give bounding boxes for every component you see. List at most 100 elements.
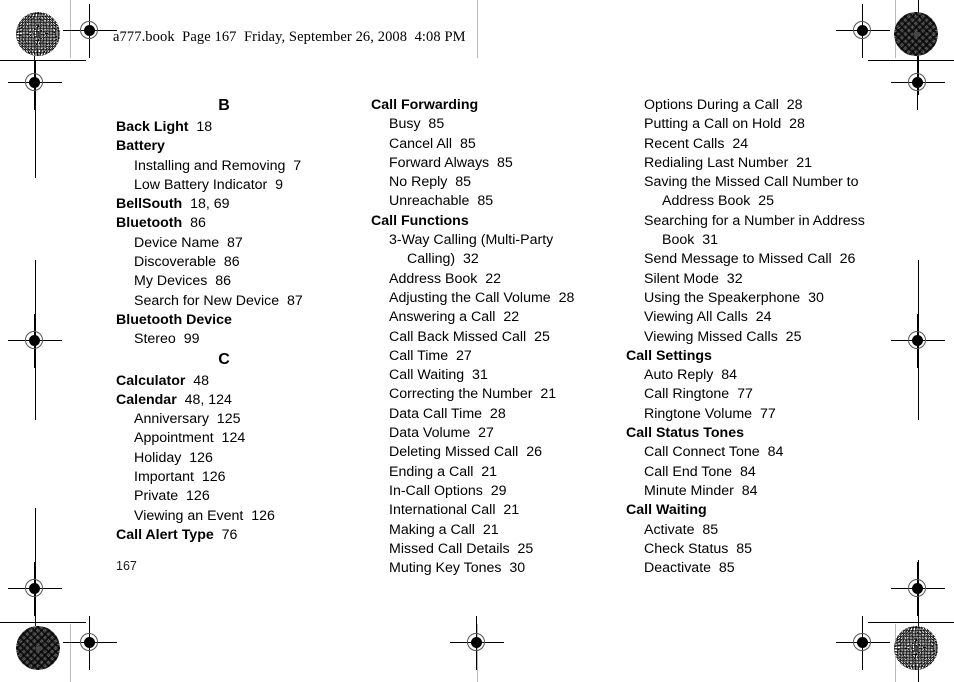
index-entry-page-refs: 9	[267, 176, 284, 193]
index-entry-main: Call Functions	[371, 212, 611, 231]
index-entry-page-refs: 126	[193, 469, 226, 486]
index-entry-page-refs: 22	[495, 309, 520, 326]
index-entry-label: Call Ringtone	[644, 386, 730, 403]
index-entry-main: Call Forwarding	[371, 96, 611, 115]
index-entry-page-refs: 85	[452, 135, 476, 152]
index-entry-sub: International Call 21	[389, 501, 611, 520]
index-entry-label: Redialing Last Number	[644, 154, 789, 171]
index-entry-page-refs: 86	[216, 254, 240, 271]
index-entry-label: Low Battery Indicator	[134, 176, 268, 193]
index-entry-label: Ringtone Volume	[644, 405, 753, 422]
index-entry-sub: Searching for a Number in Address Book 3…	[644, 212, 876, 251]
index-entry-page-refs: 24	[724, 135, 749, 152]
index-entry-sub: Discoverable 86	[134, 253, 348, 272]
index-entry-sub: In-Call Options 29	[389, 482, 611, 501]
index-letter-heading: C	[218, 350, 230, 368]
index-entry-page-refs: 7	[285, 157, 302, 174]
index-entry-sub: Answering a Call 22	[389, 308, 611, 327]
index-entry-sub: Busy 85	[389, 115, 611, 134]
index-column-1: B Back Light 18 Battery Installing and Remo…	[116, 96, 348, 545]
index-entry-page-refs: 26	[518, 444, 542, 461]
index-entry-sub: Anniversary 125	[134, 410, 348, 429]
index-entry-sub: Call Connect Tone 84	[644, 443, 876, 462]
index-entry-page-refs: 22	[477, 270, 501, 287]
index-entry-sub: Send Message to Missed Call 26	[644, 250, 876, 269]
index-entry-label: Check Status	[644, 540, 729, 557]
index-entry-page-refs: 25	[750, 193, 774, 210]
index-entry-main: Call Settings	[626, 347, 876, 366]
index-entry-sub: Appointment 124	[134, 429, 348, 448]
index-entry-label: Bluetooth	[116, 215, 183, 232]
index-entry-page-refs: 126	[178, 488, 210, 505]
index-entry-label: In-Call Options	[389, 482, 483, 499]
index-entry-label: Back Light	[116, 119, 189, 135]
index-entry-label: Call Status Tones	[626, 425, 744, 442]
index-entry-label: Battery	[116, 138, 165, 155]
index-entry-sub: Deleting Missed Call 26	[389, 443, 611, 462]
index-entry-main: Call Alert Type 76	[116, 526, 348, 545]
index-entry-sub: Ringtone Volume 77	[644, 405, 876, 424]
index-entry-main: Bluetooth Device	[116, 311, 348, 330]
index-entry-page-refs: 84	[732, 463, 756, 480]
index-entry-main: Bluetooth 86	[116, 214, 348, 233]
index-entry-label: Call Forwarding	[371, 97, 479, 113]
index-entry-page-refs: 28	[778, 97, 803, 113]
index-entry-label: Options During a Call	[644, 97, 779, 113]
index-entry-sub: My Devices 86	[134, 272, 348, 291]
index-entry-page-refs: 48, 124	[176, 391, 232, 408]
index-entry-page-refs: 25	[777, 328, 802, 345]
index-entry-label: Muting Key Tones	[389, 560, 502, 577]
index-entry-page-refs: 21	[495, 502, 520, 519]
index-column-2: Call Forwarding Busy 85 Cancel All 85 Forwa…	[371, 96, 611, 578]
index-entry-page-refs: 28	[482, 405, 506, 422]
index-entry-label: Calendar	[116, 391, 177, 408]
index-entry-sub: Auto Reply 84	[644, 366, 876, 385]
index-entry-sub: Making a Call 21	[389, 521, 611, 540]
index-entry-page-refs: 26	[831, 251, 856, 268]
index-entry-label: Device Name	[134, 234, 220, 251]
index-entry-page-refs: 32	[455, 251, 479, 268]
index-entry-sub: Call End Tone 84	[644, 463, 876, 482]
index-entry-page-refs: 77	[729, 386, 753, 403]
index-entry-page-refs: 76	[213, 526, 238, 543]
index-entry-page-refs: 77	[752, 405, 776, 422]
index-entry-sub: Address Book 22	[389, 270, 611, 289]
index-entry-sub: Call Waiting 31	[389, 366, 611, 385]
index-entry-page-refs: 99	[175, 331, 200, 348]
index-entry-label: Holiday	[134, 449, 182, 466]
index-entry-main: Battery	[116, 137, 348, 156]
index-entry-page-refs: 85	[711, 560, 735, 577]
index-entry-label: Adjusting the Call Volume	[389, 289, 551, 306]
index-entry-label: Send Message to Missed Call	[644, 251, 832, 268]
index-entry-page-refs: 85	[694, 521, 719, 538]
index-entry-label: Recent Calls	[644, 135, 725, 152]
index-entry-label: Putting a Call on Hold	[644, 116, 782, 133]
index-entry-main: Call Status Tones	[626, 424, 876, 443]
index-entry-page-refs: 28	[781, 116, 805, 133]
index-entry-label: Data Call Time	[389, 405, 483, 422]
index-entry-label: BellSouth	[116, 196, 183, 213]
index-entry-page-refs: 27	[448, 347, 472, 364]
index-entry-sub: Adjusting the Call Volume 28	[389, 289, 611, 308]
index-entry-label: Call Connect Tone	[644, 444, 760, 461]
index-entry-sub: Unreachable 85	[389, 192, 611, 211]
index-entry-label: Call Waiting	[389, 367, 465, 384]
index-entry-sub: Installing and Removing 7	[134, 157, 348, 176]
index-entry-label: Minute Minder	[644, 482, 734, 499]
index-entry-label: Correcting the Number	[389, 386, 533, 403]
index-entry-sub: Putting a Call on Hold 28	[644, 115, 876, 134]
index-entry-page-refs: 85	[447, 174, 472, 191]
index-entry-label: Call End Tone	[644, 463, 733, 480]
index-entry-sub: Call Time 27	[389, 347, 611, 366]
index-entry-page-refs: 21	[788, 154, 812, 171]
index-entry-sub: Data Call Time 28	[389, 405, 611, 424]
index-entry-sub: Ending a Call 21	[389, 463, 611, 482]
index-entry-label: Cancel All	[389, 135, 453, 152]
index-entry-label: Bluetooth Device	[116, 311, 232, 328]
index-entry-sub: Viewing an Event 126	[134, 507, 348, 526]
index-entry-page-refs: 124	[213, 430, 246, 447]
index-entry-label: Call Time	[389, 347, 449, 364]
index-entry-label: Activate	[644, 521, 695, 538]
index-entry-page-refs: 85	[489, 154, 513, 171]
index-entry-label: Searching for a Number in Address Book	[644, 212, 865, 249]
